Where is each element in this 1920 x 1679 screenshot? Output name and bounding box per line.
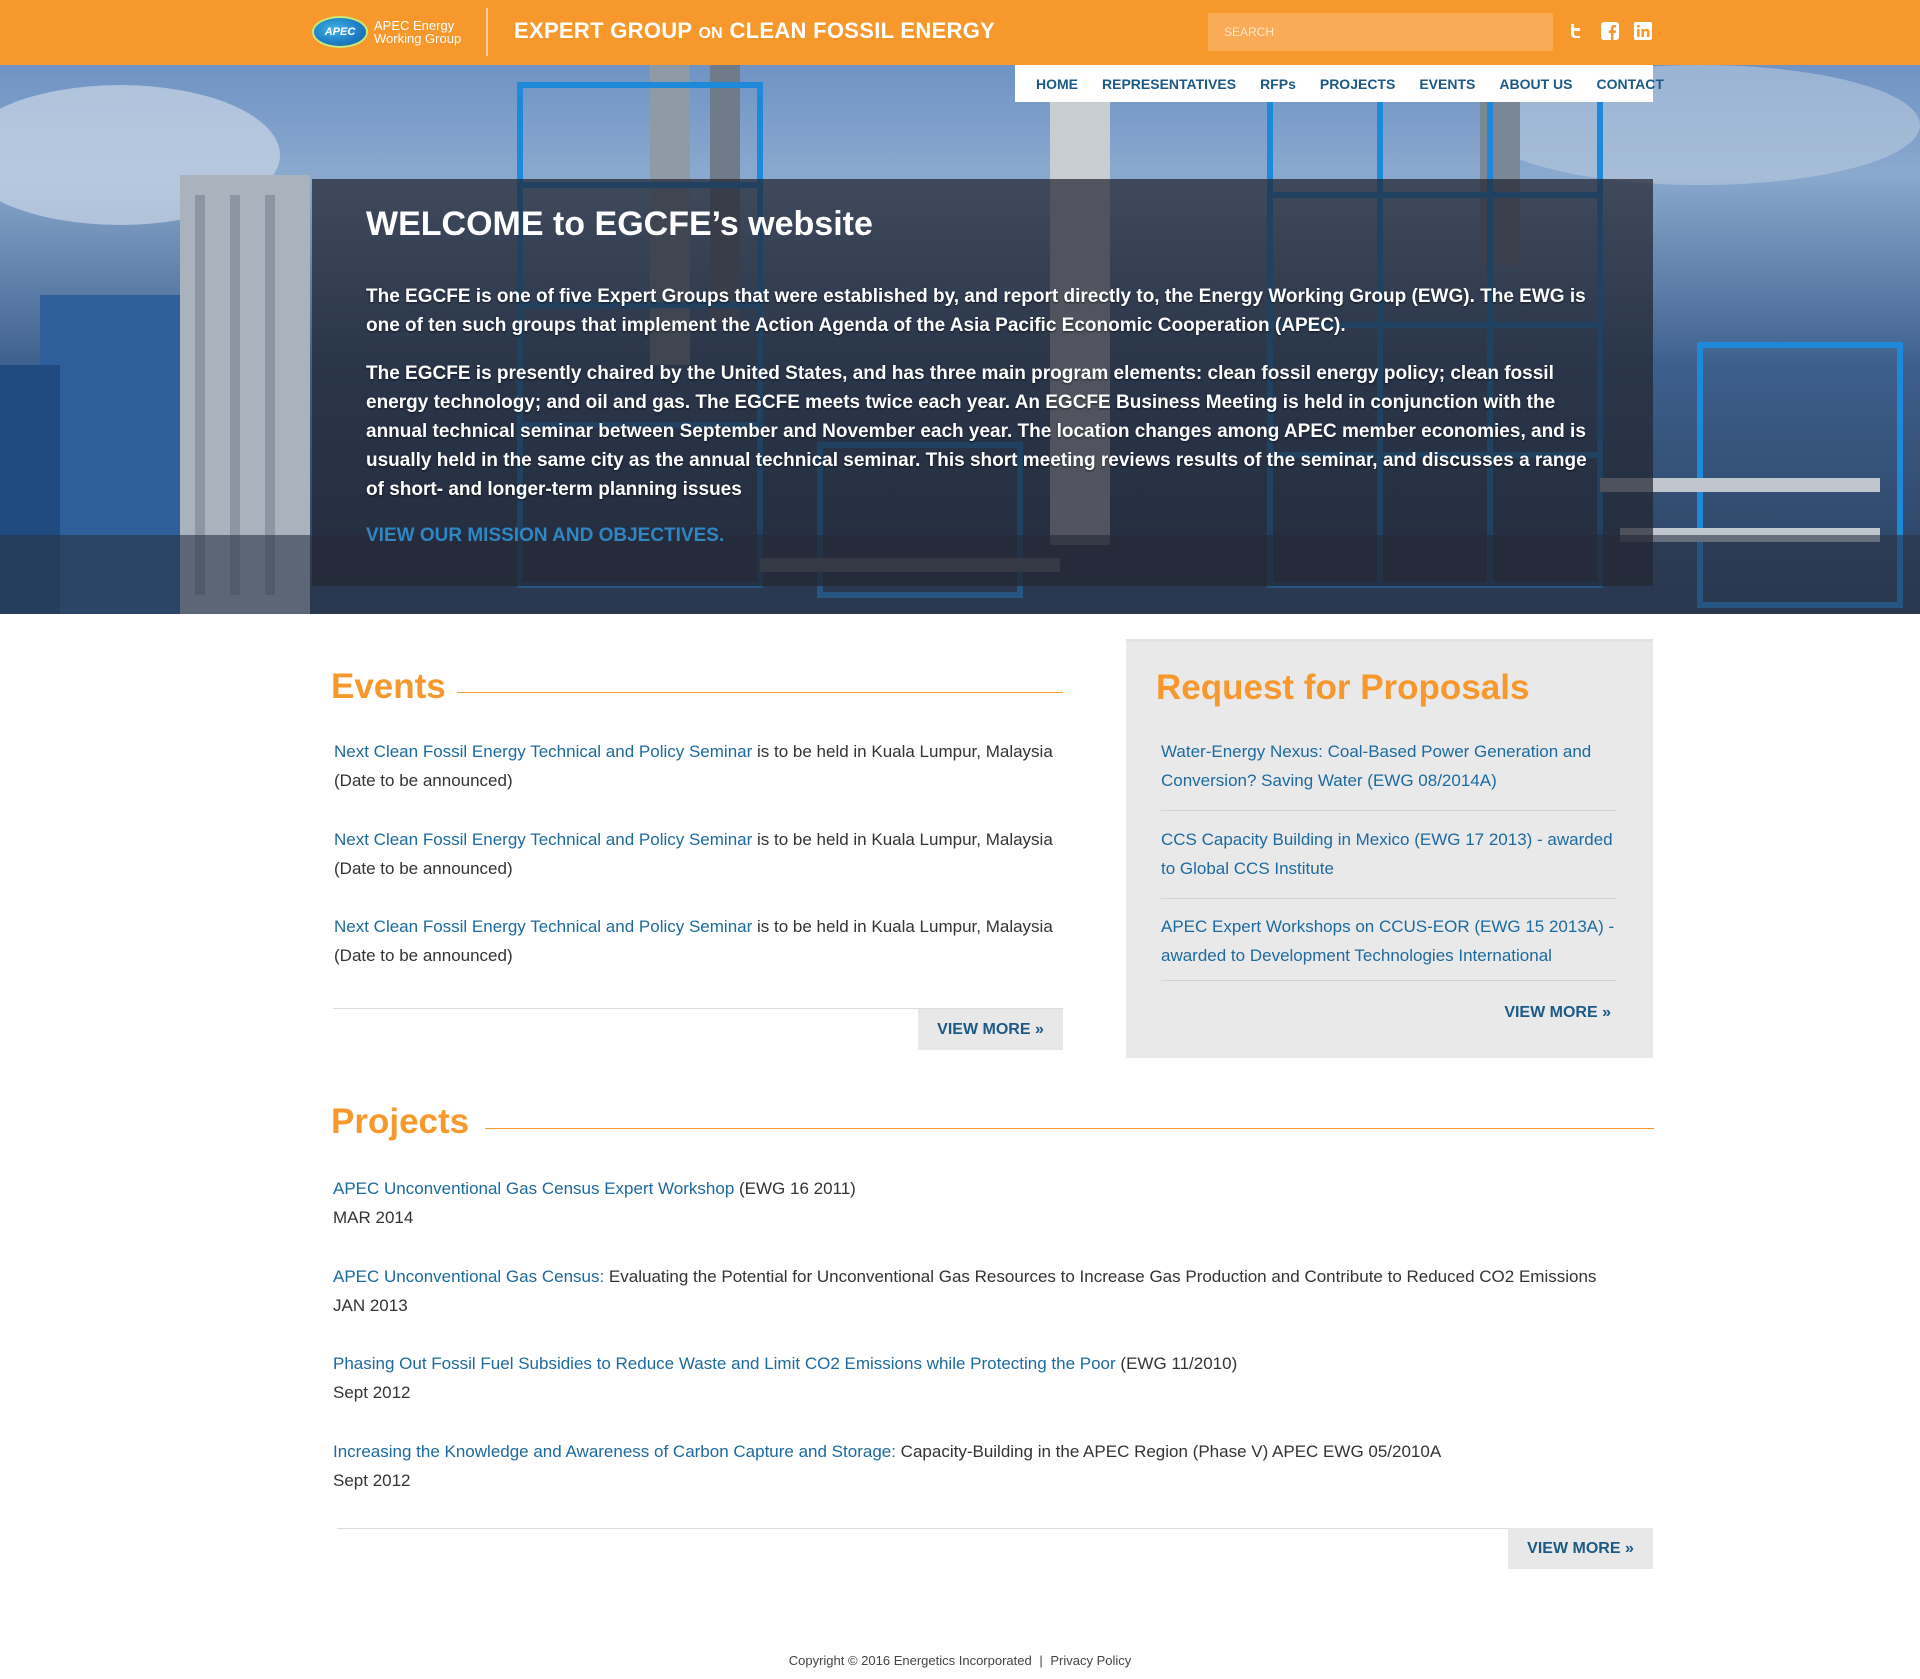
logo-text: APEC Energy Working Group: [374, 19, 461, 45]
top-header-bar: APEC APEC Energy Working Group EXPERT GR…: [0, 0, 1920, 65]
mission-objectives-link[interactable]: VIEW OUR MISSION AND OBJECTIVES.: [366, 525, 724, 547]
nav-rfps[interactable]: RFPs: [1260, 76, 1296, 92]
events-heading: Events: [331, 667, 446, 706]
rfp-link[interactable]: APEC Expert Workshops on CCUS-EOR (EWG 1…: [1161, 912, 1616, 970]
project-item: APEC Unconventional Gas Census: Evaluati…: [333, 1262, 1633, 1320]
project-description: Evaluating the Potential for Unconventio…: [604, 1267, 1597, 1286]
rfp-view-more-link[interactable]: VIEW MORE »: [1504, 1004, 1611, 1022]
rfp-divider: [1161, 898, 1616, 899]
event-description: is to be held in Kuala Lumpur, Malaysia: [752, 830, 1053, 849]
project-description: (EWG 11/2010): [1115, 1354, 1238, 1373]
rfp-heading: Request for Proposals: [1156, 668, 1530, 707]
site-title-part2: CLEAN FOSSIL ENERGY: [729, 18, 996, 43]
projects-heading-rule: [485, 1128, 1654, 1129]
project-description: (EWG 16 2011): [734, 1179, 856, 1198]
project-date: JAN 2013: [333, 1296, 408, 1315]
twitter-icon[interactable]: [1567, 22, 1585, 40]
welcome-panel: WELCOME to EGCFE’s website The EGCFE is …: [312, 179, 1653, 586]
logo-line-2: Working Group: [374, 31, 462, 46]
event-item: Next Clean Fossil Energy Technical and P…: [334, 737, 1074, 795]
project-date: MAR 2014: [333, 1208, 414, 1227]
project-link[interactable]: Phasing Out Fossil Fuel Subsidies to Red…: [333, 1354, 1116, 1373]
welcome-paragraph-1: The EGCFE is one of five Expert Groups t…: [366, 286, 1586, 336]
event-date: (Date to be announced): [334, 859, 513, 878]
project-item: Increasing the Knowledge and Awareness o…: [333, 1437, 1633, 1495]
project-date: Sept 2012: [333, 1471, 411, 1490]
events-heading-rule: [457, 692, 1063, 693]
event-date: (Date to be announced): [334, 946, 513, 965]
project-description: Capacity-Building in the APEC Region (Ph…: [895, 1442, 1442, 1461]
privacy-policy-link[interactable]: Privacy Policy: [1050, 1653, 1131, 1668]
event-description: is to be held in Kuala Lumpur, Malaysia: [752, 742, 1053, 761]
page-footer: Copyright © 2016 Energetics Incorporated…: [0, 1653, 1920, 1668]
event-link[interactable]: Next Clean Fossil Energy Technical and P…: [334, 742, 752, 761]
rfp-divider: [1161, 980, 1616, 981]
rfp-link[interactable]: CCS Capacity Building in Mexico (EWG 17 …: [1161, 825, 1616, 883]
facebook-icon[interactable]: [1601, 22, 1619, 40]
event-link[interactable]: Next Clean Fossil Energy Technical and P…: [334, 917, 752, 936]
site-title[interactable]: EXPERT GROUP ON CLEAN FOSSIL ENERGY: [514, 18, 995, 44]
linkedin-icon[interactable]: [1634, 22, 1652, 40]
projects-view-more-button[interactable]: VIEW MORE »: [1508, 1528, 1653, 1569]
rfp-divider: [1161, 810, 1616, 811]
main-nav: HOME REPRESENTATIVES RFPs PROJECTS EVENT…: [1015, 65, 1664, 102]
event-item: Next Clean Fossil Energy Technical and P…: [334, 912, 1074, 970]
welcome-paragraph-2: The EGCFE is presently chaired by the Un…: [366, 363, 1587, 500]
copyright-text: Copyright © 2016 Energetics Incorporated: [788, 1653, 1032, 1668]
project-link[interactable]: APEC Unconventional Gas Census:: [333, 1267, 604, 1286]
site-title-on: ON: [698, 25, 724, 42]
nav-about-us[interactable]: ABOUT US: [1499, 76, 1572, 92]
events-view-more-button[interactable]: VIEW MORE »: [918, 1009, 1063, 1050]
project-item: APEC Unconventional Gas Census Expert Wo…: [333, 1174, 1633, 1232]
projects-heading: Projects: [331, 1102, 470, 1141]
event-link[interactable]: Next Clean Fossil Energy Technical and P…: [334, 830, 752, 849]
event-item: Next Clean Fossil Energy Technical and P…: [334, 825, 1074, 883]
project-link[interactable]: Increasing the Knowledge and Awareness o…: [333, 1442, 896, 1461]
project-link[interactable]: APEC Unconventional Gas Census Expert Wo…: [333, 1179, 734, 1198]
rfp-panel: Request for Proposals Water-Energy Nexus…: [1126, 639, 1653, 1058]
project-item: Phasing Out Fossil Fuel Subsidies to Red…: [333, 1349, 1633, 1407]
event-date: (Date to be announced): [334, 771, 513, 790]
nav-representatives[interactable]: REPRESENTATIVES: [1102, 76, 1236, 92]
logo-abbr: APEC: [324, 26, 356, 38]
rfp-link[interactable]: Water-Energy Nexus: Coal-Based Power Gen…: [1161, 737, 1616, 795]
footer-separator: |: [1039, 1653, 1043, 1668]
nav-events[interactable]: EVENTS: [1419, 76, 1475, 92]
welcome-heading: WELCOME to EGCFE’s website: [366, 205, 873, 243]
project-date: Sept 2012: [333, 1383, 411, 1402]
search-input[interactable]: [1208, 13, 1553, 51]
nav-contact[interactable]: CONTACT: [1596, 76, 1663, 92]
header-divider: [486, 8, 488, 56]
apec-globe-logo-icon: APEC: [312, 16, 368, 48]
event-description: is to be held in Kuala Lumpur, Malaysia: [752, 917, 1053, 936]
site-title-part1: EXPERT GROUP: [514, 18, 693, 43]
nav-projects[interactable]: PROJECTS: [1320, 76, 1395, 92]
nav-home[interactable]: HOME: [1036, 76, 1078, 92]
apec-ewg-logo[interactable]: APEC APEC Energy Working Group: [312, 14, 470, 50]
hero-banner: WELCOME to EGCFE’s website The EGCFE is …: [0, 65, 1920, 614]
projects-footer-divider: [337, 1528, 1653, 1529]
